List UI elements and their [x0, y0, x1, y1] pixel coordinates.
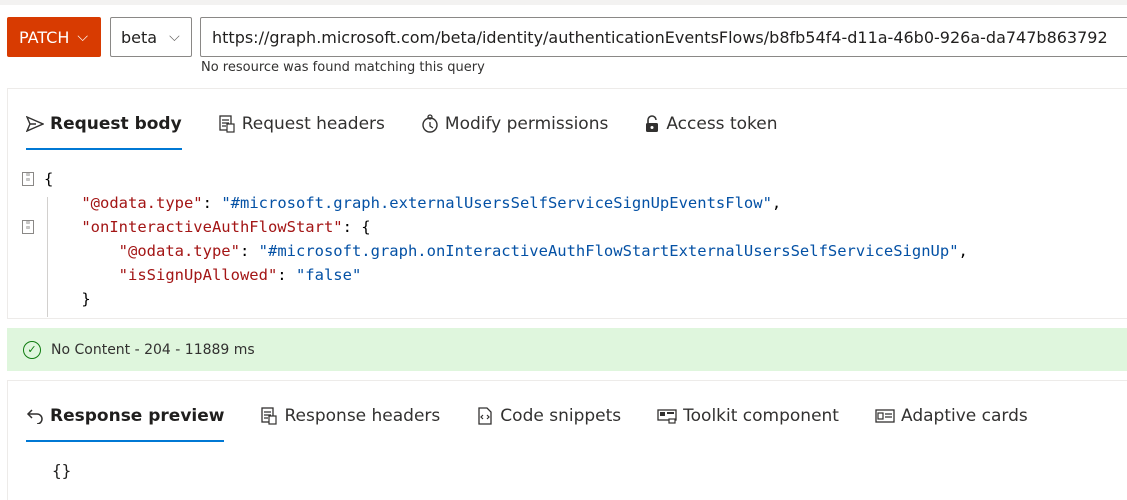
tab-response-headers[interactable]: Response headers	[260, 396, 440, 436]
headers-icon	[218, 115, 236, 133]
tab-request-headers[interactable]: Request headers	[218, 104, 385, 144]
url-input[interactable]	[200, 17, 1127, 57]
request-tabs: Request body Request headers Modify perm…	[26, 104, 813, 150]
headers-icon	[260, 407, 278, 425]
code-icon	[476, 407, 494, 425]
method-label: PATCH	[19, 27, 70, 47]
response-body: {}	[52, 461, 72, 480]
tab-adaptive-cards[interactable]: Adaptive cards	[875, 396, 1028, 436]
tab-access-token[interactable]: Access token	[644, 104, 777, 144]
tab-label: Toolkit component	[683, 406, 839, 426]
permissions-icon	[421, 114, 439, 134]
toolkit-icon	[657, 408, 677, 424]
card-icon	[875, 408, 895, 424]
tab-response-preview[interactable]: Response preview	[26, 396, 225, 442]
top-strip	[0, 0, 1127, 5]
chevron-down-icon: ⌵	[77, 29, 88, 45]
tab-request-body[interactable]: Request body	[26, 104, 182, 150]
tab-code-snippets[interactable]: Code snippets	[476, 396, 621, 436]
url-error-message: No resource was found matching this quer…	[201, 60, 485, 75]
http-method-dropdown[interactable]: PATCH ⌵	[7, 17, 101, 57]
code-content: { "@odata.type": "#microsoft.graph.exter…	[44, 170, 968, 308]
tab-label: Response preview	[50, 406, 225, 426]
response-tabs: Response preview Response headers Code s…	[26, 396, 1064, 442]
response-panel: Response preview Response headers Code s…	[7, 380, 1127, 500]
status-bar: ✓ No Content - 204 - 11889 ms	[7, 328, 1127, 371]
tab-toolkit-component[interactable]: Toolkit component	[657, 396, 839, 436]
fold-toggle-icon[interactable]: ⊟ ⊟	[22, 220, 34, 234]
undo-icon	[26, 408, 44, 424]
success-check-icon: ✓	[23, 340, 41, 359]
lock-icon	[644, 114, 660, 134]
tab-label: Request body	[50, 114, 182, 134]
tab-label: Code snippets	[500, 406, 622, 426]
request-body-editor[interactable]: ⊟ ⊟ ⊟ ⊟ { "@odata.type": "#microsoft.graph…	[22, 167, 1122, 317]
tab-modify-permissions[interactable]: Modify permissions	[421, 104, 608, 144]
chevron-down-icon: ⌵	[169, 29, 180, 45]
request-panel: Request body Request headers Modify perm…	[7, 88, 1127, 319]
fold-toggle-icon[interactable]: ⊟ ⊟	[22, 172, 34, 186]
tab-label: Adaptive cards	[900, 406, 1028, 426]
send-icon	[26, 116, 44, 132]
version-label: beta	[121, 27, 158, 47]
status-text: No Content - 204 - 11889 ms	[51, 341, 255, 358]
tab-label: Response headers	[284, 406, 441, 426]
version-dropdown[interactable]: beta ⌵	[110, 17, 192, 57]
tab-label: Access token	[666, 114, 778, 134]
tab-label: Modify permissions	[444, 114, 609, 134]
tab-label: Request headers	[241, 114, 385, 134]
